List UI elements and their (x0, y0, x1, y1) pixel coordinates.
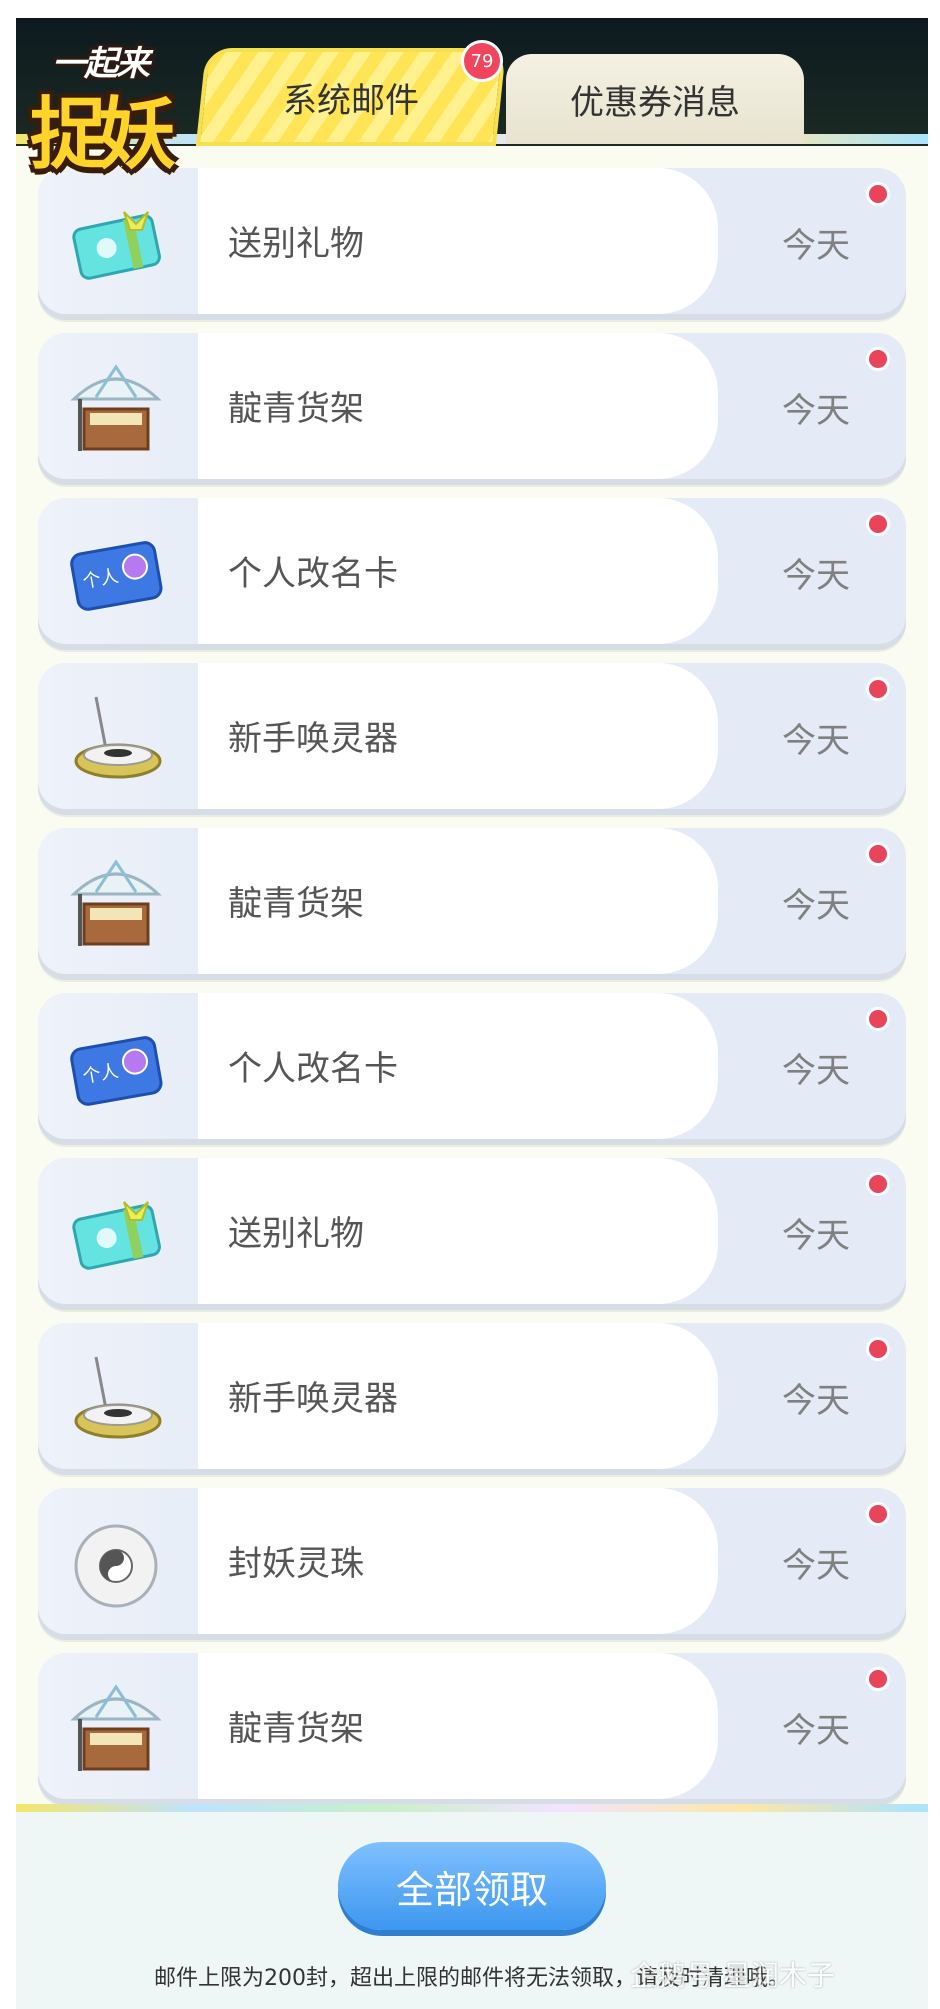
mail-title: 送别礼物 (228, 1214, 364, 1254)
mail-item[interactable]: 靛青货架 今天 (38, 1653, 906, 1805)
mail-screen: 一起来 捉妖 系统邮件 79 优惠券消息 送别礼物 今天 靛青货架 今天 个人 … (16, 18, 928, 2009)
mail-list[interactable]: 送别礼物 今天 靛青货架 今天 个人 个人改名卡 今天 新手唤灵器 今天 靛青货… (16, 146, 928, 1828)
mail-date: 今天 (782, 886, 850, 926)
unread-dot (866, 1502, 890, 1526)
tab-system-mail[interactable]: 系统邮件 (195, 48, 507, 146)
tab-coupon-messages-label: 优惠券消息 (570, 82, 740, 123)
mail-date: 今天 (782, 721, 850, 761)
mail-item[interactable]: 新手唤灵器 今天 (38, 1323, 906, 1475)
mail-item[interactable]: 靛青货架 今天 (38, 333, 906, 485)
unread-dot (866, 1667, 890, 1691)
mail-title: 靛青货架 (228, 389, 364, 429)
summon-device-icon (74, 1356, 162, 1439)
unread-dot (866, 1172, 890, 1196)
game-logo: 一起来 捉妖 (30, 30, 210, 180)
mail-item[interactable]: 个人 个人改名卡 今天 (38, 993, 906, 1145)
mail-date: 今天 (782, 1216, 850, 1256)
mail-date: 今天 (782, 391, 850, 431)
mail-title: 新手唤灵器 (228, 719, 398, 759)
mail-item[interactable]: 送别礼物 今天 (38, 168, 906, 320)
unread-dot (866, 677, 890, 701)
mail-title: 新手唤灵器 (228, 1379, 398, 1419)
rename-card-icon: 个人 (70, 541, 163, 611)
mail-item[interactable]: 新手唤灵器 今天 (38, 663, 906, 815)
claim-all-button[interactable]: 全部领取 (338, 1842, 606, 1930)
header: 一起来 捉妖 系统邮件 79 优惠券消息 (16, 18, 928, 180)
logo-main-text: 捉妖 (30, 90, 176, 180)
watermark: 企鹅号 星润木子 (630, 1959, 835, 1992)
footer-rim (16, 1804, 928, 1812)
market-stall-icon (70, 364, 162, 451)
summon-device-icon (74, 696, 162, 779)
mail-item[interactable]: 靛青货架 今天 (38, 828, 906, 980)
mail-date: 今天 (782, 1711, 850, 1751)
unread-count-badge: 79 (461, 40, 503, 82)
mail-title: 个人改名卡 (228, 554, 398, 594)
mail-item[interactable]: 个人 个人改名卡 今天 (38, 498, 906, 650)
gift-ticket-icon (72, 1201, 161, 1270)
mail-date: 今天 (782, 226, 850, 266)
mail-title: 送别礼物 (228, 224, 364, 264)
mail-item[interactable]: 送别礼物 今天 (38, 1158, 906, 1310)
tab-coupon-messages[interactable]: 优惠券消息 (506, 54, 804, 144)
rename-card-icon: 个人 (70, 1036, 163, 1106)
unread-dot (866, 842, 890, 866)
mail-date: 今天 (782, 556, 850, 596)
mail-date: 今天 (782, 1381, 850, 1421)
unread-dot (866, 182, 890, 206)
mail-title: 封妖灵珠 (228, 1544, 364, 1584)
mail-title: 靛青货架 (228, 884, 364, 924)
mail-item[interactable]: 封妖灵珠 今天 (38, 1488, 906, 1640)
unread-dot (866, 512, 890, 536)
unread-dot (866, 1007, 890, 1031)
market-stall-icon (70, 859, 162, 946)
tab-system-mail-label: 系统邮件 (283, 80, 419, 121)
mail-title: 个人改名卡 (228, 1049, 398, 1089)
mail-date: 今天 (782, 1051, 850, 1091)
market-stall-icon (70, 1684, 162, 1771)
mail-title: 靛青货架 (228, 1709, 364, 1749)
gift-ticket-icon (72, 211, 161, 280)
unread-dot (866, 1337, 890, 1361)
mail-date: 今天 (782, 1546, 850, 1586)
spirit-orb-icon (74, 1524, 158, 1608)
unread-dot (866, 347, 890, 371)
